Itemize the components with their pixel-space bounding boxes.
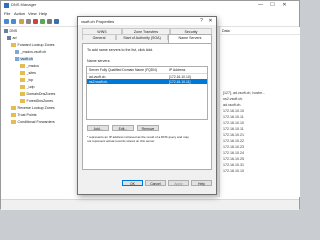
list-item[interactable]: ad.vsoft.ch. (223, 103, 241, 107)
list-item[interactable]: [127], ad.vsoft.ch, hostm... (223, 91, 265, 95)
remove-button[interactable]: Remove (137, 125, 159, 131)
folder-icon (11, 120, 16, 124)
tree-item-tcp[interactable]: _tcp (20, 78, 33, 82)
help-icon[interactable] (54, 19, 59, 24)
server-ip: [172.16.10.11] (169, 79, 191, 84)
dialog-help-icon[interactable]: ? (197, 17, 206, 25)
folder-icon (20, 99, 25, 103)
delete-icon[interactable] (33, 19, 38, 24)
footnote-line-2: not represent actual records stored on t… (87, 139, 156, 143)
dns-manager-icon (4, 3, 9, 8)
title-bar: DNS Manager — ☐ ✕ (1, 1, 299, 10)
cancel-button[interactable]: Cancel (145, 180, 166, 186)
tree-item-forward-lookup-zones[interactable]: Forward Lookup Zones (11, 43, 54, 47)
tree-item-msdcs-zone[interactable]: _msdcs.vsoft.ch (15, 50, 46, 55)
menu-file[interactable]: File (4, 11, 10, 16)
tree-item-udp[interactable]: _udp (20, 85, 35, 89)
folder-icon (20, 92, 25, 96)
dialog-close-button[interactable]: ✕ (206, 17, 215, 25)
tree-item-reverse-lookup-zones[interactable]: Reverse Lookup Zones (11, 106, 55, 110)
refresh-icon[interactable] (40, 19, 45, 24)
tree-item-msdcs[interactable]: _msdcs (20, 64, 39, 68)
list-item[interactable]: 172.16.10.10 (223, 169, 244, 173)
name-servers-label: Name servers: (87, 59, 111, 63)
details-pane: Data [127], ad.vsoft.ch, hostm... ns2.vs… (219, 27, 300, 197)
folder-icon (11, 106, 16, 110)
tree-item-trust-points[interactable]: Trust Points (11, 113, 37, 117)
folder-icon (11, 113, 16, 117)
ok-button[interactable]: OK (122, 180, 143, 186)
folder-icon (11, 43, 16, 47)
list-item[interactable]: 172.16.10.11 (223, 127, 244, 131)
edit-button[interactable]: Edit... (112, 125, 134, 131)
folder-icon (20, 85, 25, 89)
instruction-text: To add name servers to the list, click A… (87, 48, 154, 52)
help-button[interactable]: Help (191, 180, 212, 186)
list-item[interactable]: 172.16.10.21 (223, 133, 244, 137)
export-icon[interactable] (47, 19, 52, 24)
list-item[interactable]: 172.16.10.31 (223, 163, 244, 167)
apply-button[interactable]: Apply (168, 180, 189, 186)
tree-item-ad[interactable]: ad (7, 36, 17, 41)
tab-general[interactable]: General (82, 34, 116, 40)
menu-view[interactable]: View (28, 11, 37, 16)
tab-start-of-authority[interactable]: Start of Authority (SOA) (116, 34, 168, 40)
list-item[interactable]: 172.16.10.11 (223, 115, 244, 119)
list-item[interactable]: 172.16.10.10 (223, 109, 244, 113)
console-tree: DNS ad Forward Lookup Zones _msdcs.vsoft… (1, 27, 76, 197)
table-row-selected[interactable]: ns2.vsoft.ch. [172.16.10.11] (87, 79, 207, 84)
list-header: Server Fully Qualified Domain Name (FQDN… (87, 67, 207, 74)
list-item[interactable]: ns2.vsoft.ch. (223, 97, 243, 101)
folder-icon[interactable] (19, 19, 24, 24)
tree-item-conditional-forwarders[interactable]: Conditional Forwarders (11, 120, 55, 124)
folder-icon (20, 78, 25, 82)
list-item[interactable]: 172.16.10.10 (223, 121, 244, 125)
tab-name-servers[interactable]: Name Servers (168, 34, 212, 43)
tree-item-domaindnszones[interactable]: DomainDnsZones (20, 92, 55, 96)
window-close-button[interactable]: ✕ (279, 1, 290, 10)
tree-item-vsoft-zone[interactable]: vsoft.ch (15, 57, 33, 62)
column-header-data[interactable]: Data (220, 27, 300, 35)
name-servers-panel: To add name servers to the list, click A… (82, 43, 212, 170)
zone-icon (15, 57, 19, 62)
menu-help[interactable]: Help (39, 11, 47, 16)
column-header-ip-address[interactable]: IP Address (169, 68, 185, 72)
minimize-button[interactable]: — (255, 1, 266, 10)
menu-action[interactable]: Action (14, 11, 25, 16)
tree-item-dns[interactable]: DNS (4, 29, 17, 34)
name-servers-list[interactable]: Server Fully Qualified Domain Name (FQDN… (86, 66, 208, 120)
column-header-fqdn[interactable]: Server Fully Qualified Domain Name (FQDN… (89, 68, 157, 72)
add-button[interactable]: Add... (87, 125, 109, 131)
list-item[interactable]: 172.16.10.25 (223, 157, 244, 161)
list-item[interactable]: 172.16.10.23 (223, 145, 244, 149)
folder-icon (20, 64, 25, 68)
list-item[interactable]: 172.16.10.24 (223, 151, 244, 155)
zone-properties-dialog: vsoft.ch Properties ? ✕ WINS Zone Transf… (77, 16, 217, 195)
back-icon[interactable] (4, 19, 9, 24)
maximize-button[interactable]: ☐ (267, 1, 278, 10)
dialog-title: vsoft.ch Properties (81, 18, 115, 24)
zone-icon (15, 50, 19, 55)
window-title: DNS Manager (11, 2, 37, 7)
forward-icon[interactable] (11, 19, 16, 24)
properties-icon[interactable] (26, 19, 31, 24)
dialog-title-bar: vsoft.ch Properties ? ✕ (78, 17, 216, 25)
server-fqdn: ns2.vsoft.ch. (89, 79, 109, 84)
tree-item-forestdnszones[interactable]: ForestDnsZones (20, 99, 53, 103)
dns-icon (4, 29, 8, 34)
tree-item-sites[interactable]: _sites (20, 71, 36, 75)
server-icon (7, 36, 11, 41)
list-item[interactable]: 172.16.10.22 (223, 139, 244, 143)
status-bar (1, 199, 299, 210)
folder-icon (20, 71, 25, 75)
